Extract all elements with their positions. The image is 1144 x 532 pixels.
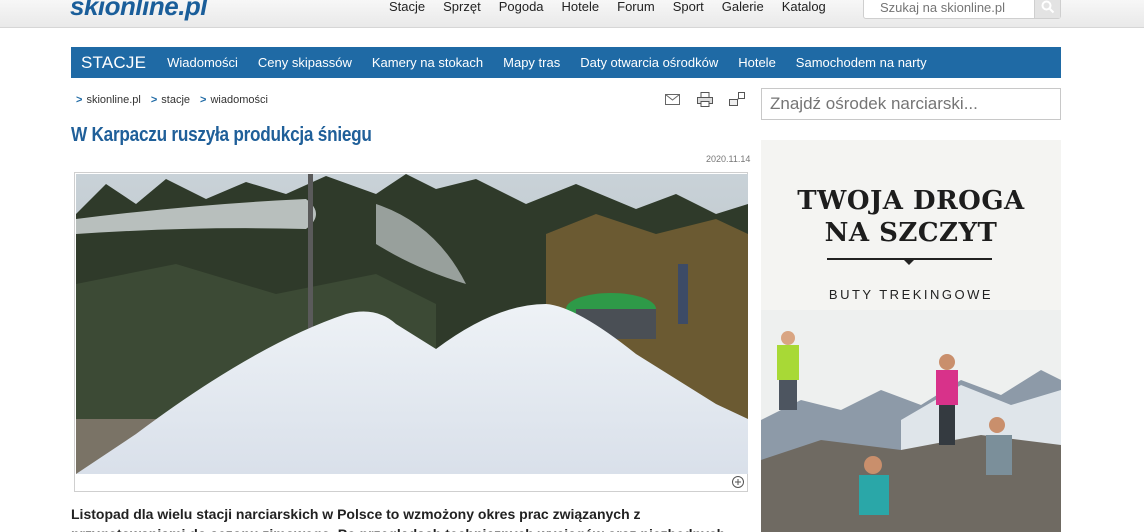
topnav-pogoda[interactable]: Pogoda	[499, 0, 544, 14]
advertisement[interactable]: TWOJA DROGA NA SZCZYT BUTY TREKINGOWE	[761, 140, 1061, 532]
section-nav-kamery[interactable]: Kamery na stokach	[372, 55, 483, 70]
section-nav-ceny-skipassow[interactable]: Ceny skipassów	[258, 55, 352, 70]
article-lead: Listopad dla wielu stacji narciarskich w…	[71, 506, 725, 532]
ad-divider-notch	[903, 259, 915, 265]
topnav-sprzet[interactable]: Sprzęt	[443, 0, 481, 14]
ad-headline-line: TWOJA DROGA	[797, 186, 1025, 216]
section-title[interactable]: STACJE	[71, 53, 146, 73]
article-tools	[664, 91, 746, 107]
article-title: W Karpaczu ruszyła produkcja śniegu	[71, 124, 372, 146]
print-icon[interactable]	[696, 91, 714, 107]
section-navigation: STACJE Wiadomości Ceny skipassów Kamery …	[71, 47, 1061, 78]
chevron-right-icon: >	[76, 94, 83, 106]
breadcrumb-item[interactable]: > stacje	[151, 94, 190, 106]
article-photo-frame	[74, 172, 748, 492]
top-search-input[interactable]	[864, 0, 1034, 18]
section-nav-samochodem[interactable]: Samochodem na narty	[796, 55, 927, 70]
topnav-stacje[interactable]: Stacje	[389, 0, 425, 14]
breadcrumb: > skionline.pl > stacje > wiadomości	[76, 94, 278, 106]
email-icon[interactable]	[664, 91, 682, 107]
topnav-hotele[interactable]: Hotele	[562, 0, 600, 14]
share-icon[interactable]	[728, 91, 746, 107]
ad-headline-line: NA SZCZYT	[824, 218, 998, 248]
search-icon	[1041, 0, 1055, 14]
ad-image	[761, 310, 1061, 532]
article-photo[interactable]	[76, 174, 748, 474]
topnav-forum[interactable]: Forum	[617, 0, 655, 14]
chevron-right-icon: >	[200, 94, 207, 106]
section-nav-hotele[interactable]: Hotele	[738, 55, 776, 70]
ad-subline: BUTY TREKINGOWE	[828, 287, 994, 302]
top-bar: skionline.pl Stacje Sprzęt Pogoda Hotele…	[0, 0, 1144, 28]
breadcrumb-item[interactable]: > skionline.pl	[76, 94, 141, 106]
topnav-katalog[interactable]: Katalog	[782, 0, 826, 14]
topnav-sport[interactable]: Sport	[673, 0, 704, 14]
section-nav-wiadomosci[interactable]: Wiadomości	[167, 55, 238, 70]
top-search	[863, 0, 1061, 19]
resort-search-input[interactable]	[762, 89, 1052, 119]
top-search-button[interactable]	[1034, 0, 1060, 18]
breadcrumb-item[interactable]: > wiadomości	[200, 94, 268, 106]
topnav-galerie[interactable]: Galerie	[722, 0, 764, 14]
chevron-right-icon: >	[150, 94, 158, 106]
zoom-in-icon[interactable]	[731, 475, 745, 489]
section-nav-daty-otwarcia[interactable]: Daty otwarcia ośrodków	[580, 55, 718, 70]
site-logo[interactable]: skionline.pl	[70, 0, 208, 22]
section-nav-mapy-tras[interactable]: Mapy tras	[503, 55, 560, 70]
ad-headline: TWOJA DROGA NA SZCZYT	[761, 185, 1061, 249]
top-navigation: Stacje Sprzęt Pogoda Hotele Forum Sport …	[389, 0, 844, 14]
article-date: 2020.11.14	[706, 154, 751, 164]
resort-search	[761, 88, 1061, 120]
